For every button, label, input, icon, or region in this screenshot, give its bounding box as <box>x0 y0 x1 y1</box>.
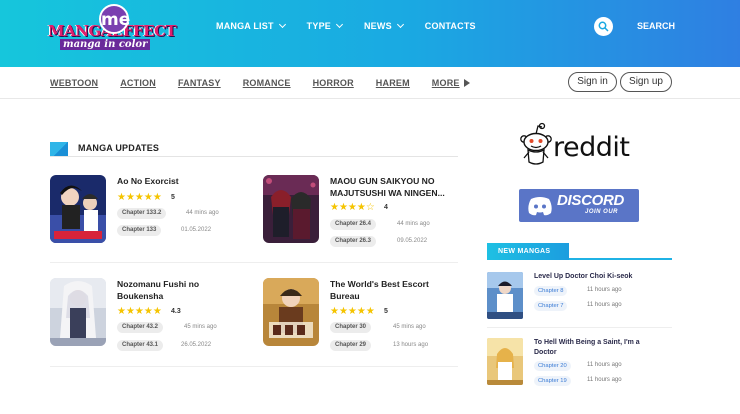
chapter-time: 11 hours ago <box>587 287 622 293</box>
chapter-time: 44 mins ago <box>397 221 430 227</box>
chapter-time: 45 mins ago <box>393 324 426 330</box>
chapter-link[interactable]: Chapter 30 <box>330 322 372 333</box>
manga-card: Nozomanu Fushi no Boukensha ★★★★★ 4.3 Ch… <box>50 278 250 351</box>
rating-value: 5 <box>384 308 388 315</box>
nav-contacts[interactable]: CONTACTS <box>425 21 476 31</box>
chapter-time: 26.05.2022 <box>181 342 212 348</box>
chapter-link[interactable]: Chapter 133 <box>117 225 162 236</box>
manga-cover[interactable] <box>263 175 319 243</box>
chapter-link[interactable]: Chapter 26.3 <box>330 236 377 247</box>
manga-cover[interactable] <box>263 278 319 346</box>
genre-harem[interactable]: HAREM <box>376 78 410 88</box>
discord-join-text: JOIN OUR <box>585 209 619 215</box>
genre-list: WEBTOON ACTION FANTASY ROMANCE HORROR HA… <box>50 78 492 88</box>
search-icon <box>598 21 609 32</box>
genre-more-label: MORE <box>431 78 460 88</box>
chapter-time: 11 hours ago <box>587 377 622 383</box>
manga-cover[interactable] <box>487 272 523 319</box>
nav-type[interactable]: TYPE <box>306 20 344 31</box>
manga-cover[interactable] <box>50 175 106 243</box>
genre-more[interactable]: MORE <box>432 78 470 88</box>
discord-banner[interactable]: DISCORD JOIN OUR <box>519 189 639 222</box>
nav-label: MANGA LIST <box>216 21 274 31</box>
discord-wordmark: DISCORD <box>557 192 625 209</box>
reddit-wordmark: reddit <box>553 132 630 163</box>
genre-action[interactable]: ACTION <box>120 78 156 88</box>
new-mangas-title: NEW MANGAS <box>487 243 569 260</box>
chapter-link[interactable]: Chapter 7 <box>534 301 568 311</box>
chevron-down-icon <box>278 20 286 29</box>
new-manga-item: Level Up Doctor Choi Ki-seok Chapter 8 1… <box>487 272 672 332</box>
sign-up-button[interactable]: Sign up <box>620 72 672 92</box>
manga-card: Ao No Exorcist ★★★★★ 5 Chapter 133.2 44 … <box>50 175 250 247</box>
chapter-link[interactable]: Chapter 26.4 <box>330 219 377 230</box>
manga-updates-header: MANGA UPDATES <box>50 141 458 157</box>
row-divider <box>487 327 672 328</box>
new-manga-title[interactable]: To Hell With Being a Saint, I'm a Doctor <box>534 338 659 358</box>
chapter-time: 13 hours ago <box>393 342 429 348</box>
manga-title[interactable]: The World's Best Escort Bureau <box>330 278 455 302</box>
chapter-link[interactable]: Chapter 19 <box>534 376 571 386</box>
chevron-down-icon <box>396 20 404 29</box>
nav-news[interactable]: NEWS <box>363 20 404 31</box>
search-label[interactable]: SEARCH <box>637 21 675 31</box>
row-divider <box>50 262 458 263</box>
chapter-time: 01.05.2022 <box>181 227 212 233</box>
chapter-link[interactable]: Chapter 43.2 <box>117 322 164 333</box>
discord-logo-icon <box>528 197 552 216</box>
genre-horror[interactable]: HORROR <box>313 78 354 88</box>
star-rating-icon: ★★★★★ <box>117 192 162 203</box>
chapter-time: 11 hours ago <box>587 302 622 308</box>
reddit-banner[interactable]: reddit <box>520 122 638 170</box>
chapter-link[interactable]: Chapter 133.2 <box>117 208 167 219</box>
star-rating-icon: ★★★★☆ <box>330 202 375 213</box>
manga-cover[interactable] <box>50 278 106 346</box>
reddit-alien-icon <box>520 122 552 165</box>
manga-card: The World's Best Escort Bureau ★★★★★ 5 C… <box>263 278 463 351</box>
genre-webtoon[interactable]: WEBTOON <box>50 78 98 88</box>
section-title: MANGA UPDATES <box>78 143 160 153</box>
genre-fantasy[interactable]: FANTASY <box>178 78 221 88</box>
nav-label: NEWS <box>363 21 392 31</box>
logo-badge: me <box>99 4 130 34</box>
section-marker-icon <box>50 142 68 156</box>
rating-value: 4 <box>384 204 388 211</box>
manga-title[interactable]: Ao No Exorcist <box>117 175 242 187</box>
star-rating-icon: ★★★★★ <box>330 306 375 317</box>
play-arrow-icon <box>463 79 470 87</box>
chapter-time: 45 mins ago <box>184 324 217 330</box>
manga-card: MAOU GUN SAIKYOU NO MAJUTSUSHI WA NINGEN… <box>263 175 463 247</box>
chapter-link[interactable]: Chapter 29 <box>330 340 372 351</box>
chapter-time: 09.05.2022 <box>397 238 428 244</box>
nav-label: TYPE <box>306 21 331 31</box>
manga-title[interactable]: Nozomanu Fushi no Boukensha <box>117 278 242 302</box>
genre-romance[interactable]: ROMANCE <box>243 78 291 88</box>
chapter-link[interactable]: Chapter 43.1 <box>117 340 164 351</box>
manga-cover[interactable] <box>487 338 523 385</box>
nav-label: CONTACTS <box>424 21 476 31</box>
sign-in-button[interactable]: Sign in <box>568 72 617 92</box>
row-divider <box>50 366 458 367</box>
new-mangas-header: NEW MANGAS <box>487 243 672 260</box>
manga-title[interactable]: MAOU GUN SAIKYOU NO MAJUTSUSHI WA NINGEN… <box>330 175 455 199</box>
search-button[interactable] <box>594 17 613 36</box>
chapter-link[interactable]: Chapter 20 <box>534 361 571 371</box>
logo-tagline: manga in color <box>60 39 151 50</box>
chapter-time: 44 mins ago <box>186 210 219 216</box>
new-manga-title[interactable]: Level Up Doctor Choi Ki-seok <box>534 272 659 282</box>
rating-value: 5 <box>171 194 175 201</box>
site-header: MANGAEFFECT me manga in color MANGA LIST… <box>0 0 740 67</box>
chapter-link[interactable]: Chapter 8 <box>534 286 568 296</box>
chapter-time: 11 hours ago <box>587 362 622 368</box>
main-nav: MANGA LIST TYPE NEWS CONTACTS <box>216 20 498 31</box>
star-rating-icon: ★★★★★ <box>117 306 162 317</box>
rating-value: 4.3 <box>171 308 181 315</box>
nav-manga-list[interactable]: MANGA LIST <box>216 20 286 31</box>
new-manga-item: To Hell With Being a Saint, I'm a Doctor… <box>487 338 672 398</box>
chevron-down-icon <box>335 20 344 29</box>
site-logo[interactable]: MANGAEFFECT me manga in color <box>48 4 182 50</box>
